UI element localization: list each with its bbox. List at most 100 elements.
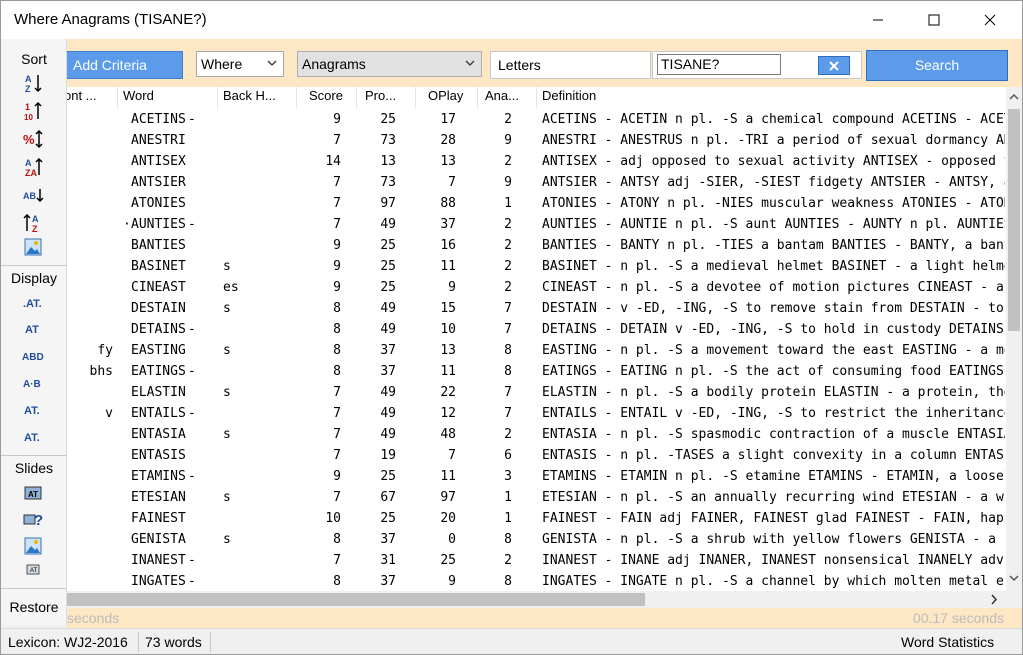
cell-oplay: 15 — [440, 301, 456, 316]
table-row[interactable]: ETESIAN s 7 67 97 1 ETESIAN - n pl. -S an annu… — [67, 487, 1006, 508]
table-row[interactable]: ACETINS - 9 25 17 2 ACETINS - ACETIN n pl. -S … — [67, 109, 1006, 130]
cell-ana: 8 — [504, 364, 512, 379]
cell-dot: - — [188, 469, 196, 484]
display-small-icon[interactable]: AT. — [21, 399, 45, 421]
restore-button[interactable]: Restore — [1, 599, 67, 615]
col-header-oplay[interactable]: OPlay — [416, 87, 478, 109]
table-row[interactable]: BANTIES 9 25 16 2 BANTIES - BANTY n pl. -TIES… — [67, 235, 1006, 256]
chevron-up-icon — [1009, 93, 1019, 100]
table-row[interactable]: bhs EATINGS - 8 37 11 8 EATINGS - EATING n pl. … — [67, 361, 1006, 382]
cell-prob: 37 — [380, 532, 396, 547]
cell-ana: 2 — [504, 154, 512, 169]
svg-text:.AT.: .AT. — [23, 298, 42, 310]
table-row[interactable]: BASINET s 9 25 11 2 BASINET - n pl. -S a medie… — [67, 256, 1006, 277]
chevron-down-icon — [1009, 575, 1019, 582]
table-row[interactable]: fy EASTING s 8 37 13 8 EASTING - n pl. -S a mov… — [67, 340, 1006, 361]
table-row[interactable]: ENTASIA s 7 49 48 2 ENTASIA - n pl. -S spasmod… — [67, 424, 1006, 445]
table-row[interactable]: INANEST - 7 31 25 2 INANEST - INANE adj INANER… — [67, 550, 1006, 571]
vertical-scrollbar[interactable] — [1006, 87, 1022, 591]
where-select[interactable]: Where — [196, 51, 284, 77]
sort-alpha-icon[interactable]: AZ — [21, 72, 45, 94]
cell-word: FAINEST — [131, 511, 186, 526]
horizontal-scroll-thumb[interactable] — [67, 593, 645, 606]
clear-criteria-button[interactable] — [818, 56, 850, 75]
slide-small-icon[interactable]: AT — [21, 559, 45, 581]
table-row[interactable]: GENISTA s 8 37 0 8 GENISTA - n pl. -S a shrub … — [67, 529, 1006, 550]
col-header-word[interactable]: Word — [118, 87, 218, 109]
col-header-back-hooks[interactable]: Back H... — [218, 87, 297, 109]
sort-anagram-icon[interactable]: AB — [21, 184, 45, 206]
cell-ana: 2 — [504, 238, 512, 253]
cell-back: s — [223, 259, 231, 274]
minimize-button[interactable] — [855, 1, 901, 39]
table-row[interactable]: ENTASIS 7 19 7 6 ENTASIS - n pl. -TASES a sli… — [67, 445, 1006, 466]
table-row[interactable]: ANESTRI 7 73 28 9 ANESTRI - ANESTRUS n pl. -T… — [67, 130, 1006, 151]
table-row[interactable]: ANTSIER 7 73 7 9 ANTSIER - ANTSY adj -SIER, -… — [67, 172, 1006, 193]
picture-icon[interactable] — [21, 236, 45, 258]
cell-word: ATONIES — [131, 196, 186, 211]
cell-ana: 7 — [504, 301, 512, 316]
cell-word: ACETINS — [131, 112, 186, 127]
cell-score: 8 — [333, 532, 341, 547]
display-bold-icon[interactable]: ABD — [21, 345, 45, 367]
cell-def: EASTING - n pl. -S a movement toward the… — [542, 343, 1005, 358]
table-row[interactable]: AUNTIES - 7 49 37 2 AUNTIES - AUNTIE n pl. -S … — [67, 214, 1006, 235]
chevron-right-icon — [991, 594, 998, 605]
cell-def: ANTSIER - ANTSY adj -SIER, -SIEST fidget… — [542, 175, 1005, 190]
cell-ana: 8 — [504, 574, 512, 589]
table-row[interactable]: ATONIES 7 97 88 1 ATONIES - ATONY n pl. -NIES… — [67, 193, 1006, 214]
cell-def: ETESIAN - n pl. -S an annually recurring… — [542, 490, 1005, 505]
display-plain-icon[interactable]: AT — [21, 318, 45, 340]
slide-show-icon[interactable]: AT — [21, 483, 45, 505]
cell-oplay: 16 — [440, 238, 456, 253]
table-row[interactable]: INGATES - 8 37 9 8 INGATES - INGATE n pl. -S a… — [67, 571, 1006, 591]
word-statistics-link[interactable]: Word Statistics — [901, 629, 994, 654]
maximize-button[interactable] — [911, 1, 957, 39]
close-button[interactable] — [967, 1, 1013, 39]
table-row[interactable]: ELASTIN s 7 49 22 7 ELASTIN - n pl. -S a bodil… — [67, 382, 1006, 403]
criteria-type-select[interactable]: Anagrams — [297, 51, 482, 77]
sort-reverse-alpha-icon[interactable]: A ZA — [21, 156, 45, 178]
table-row[interactable]: v ENTAILS - 7 49 12 7 ENTAILS - ENTAIL v -ED, -… — [67, 403, 1006, 424]
letters-input[interactable]: TISANE? — [657, 54, 781, 75]
display-smaller-icon[interactable]: AT. — [21, 426, 45, 448]
col-header-probability[interactable]: Pro... — [357, 87, 416, 109]
cell-oplay: 9 — [448, 574, 456, 589]
search-button[interactable]: Search — [866, 50, 1008, 81]
display-alternate-icon[interactable]: A·B — [21, 372, 45, 394]
cell-front — [67, 508, 113, 529]
sort-percent-icon[interactable]: % — [21, 128, 45, 150]
vertical-scroll-thumb[interactable] — [1008, 109, 1020, 331]
horizontal-scrollbar[interactable] — [67, 591, 1006, 608]
display-hooks-icon[interactable]: .AT. — [21, 292, 45, 314]
cell-score: 7 — [333, 448, 341, 463]
table-row[interactable]: CINEAST es 9 25 9 2 CINEAST - n pl. -S a devot… — [67, 277, 1006, 298]
cell-back — [223, 319, 273, 340]
grid-header: ont ... Word Back H... Score Pro... OPla… — [67, 87, 1006, 109]
sort-numeric-icon[interactable]: 1 10 — [21, 100, 45, 122]
cell-score: 7 — [333, 175, 341, 190]
cell-word: INGATES — [131, 574, 186, 589]
cell-ana: 7 — [504, 385, 512, 400]
col-header-definition[interactable]: Definition — [537, 87, 1006, 109]
table-row[interactable]: ETAMINS - 9 25 11 3 ETAMINS - ETAMIN n pl. -S … — [67, 466, 1006, 487]
col-header-score[interactable]: Score — [297, 87, 357, 109]
slide-quiz-icon[interactable]: ? — [21, 508, 45, 530]
word-count-status: 73 words — [145, 634, 202, 650]
slide-picture-icon[interactable] — [21, 535, 45, 557]
svg-text:A: A — [32, 214, 39, 224]
table-row[interactable]: ANTISEX 14 13 13 2 ANTISEX - adj opposed to s… — [67, 151, 1006, 172]
col-header-front-hooks[interactable]: ont ... — [67, 87, 118, 109]
col-header-anagrams[interactable]: Ana... — [478, 87, 537, 109]
table-row[interactable]: DETAINS - 8 49 10 7 DETAINS - DETAIN v -ED, -I… — [67, 319, 1006, 340]
cell-prob: 49 — [380, 322, 396, 337]
sidebar: Sort AZ 1 10 % A ZA AB AZ Display .AT. AT … — [1, 39, 67, 625]
cell-word: ANTSIER — [131, 175, 186, 190]
add-criteria-button[interactable]: Add Criteria — [61, 51, 183, 79]
table-row[interactable]: FAINEST 10 25 20 1 FAINEST - FAIN adj FAINER,… — [67, 508, 1006, 529]
cell-word: AUNTIES — [131, 217, 186, 232]
cell-score: 8 — [333, 364, 341, 379]
svg-text:?: ? — [34, 512, 43, 528]
table-row[interactable]: DESTAIN s 8 49 15 7 DESTAIN - v -ED, -ING, -S … — [67, 298, 1006, 319]
sort-length-icon[interactable]: AZ — [21, 212, 45, 234]
